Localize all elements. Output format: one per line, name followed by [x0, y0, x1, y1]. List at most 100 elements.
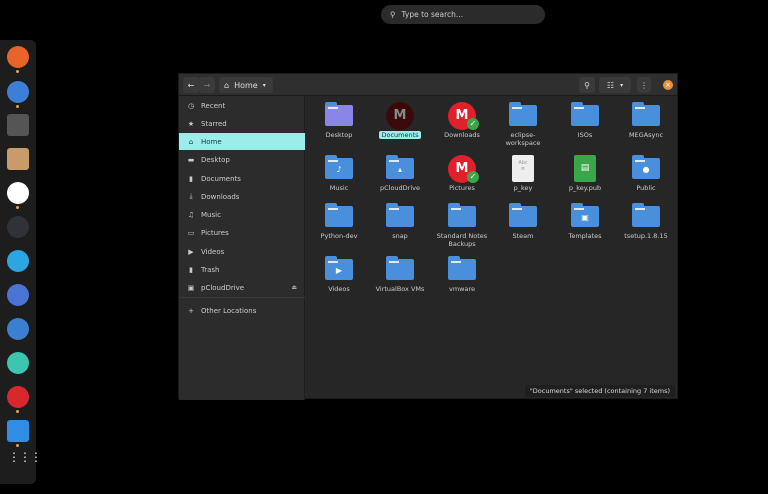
sidebar-item-label: Recent: [201, 101, 226, 110]
dock-app-mail[interactable]: [7, 352, 29, 374]
file-item[interactable]: snap: [370, 203, 430, 240]
file-name: Steam: [512, 232, 534, 240]
file-name: Videos: [328, 285, 350, 293]
file-item[interactable]: eclipse-workspace: [493, 102, 553, 147]
file-item[interactable]: ▴ pCloudDrive: [370, 155, 430, 192]
dock-app-simplenote[interactable]: [7, 318, 29, 340]
folder-icon: [385, 256, 415, 282]
sidebar-item-documents[interactable]: ▮ Documents: [179, 170, 305, 187]
file-item[interactable]: vmware: [432, 256, 492, 293]
file-name: Pictures: [449, 184, 475, 192]
file-name: VirtualBox VMs: [375, 285, 425, 293]
file-item[interactable]: ▣ Templates: [555, 203, 615, 240]
starred-icon: ★: [187, 119, 195, 128]
file-item[interactable]: Standard Notes Backups: [432, 203, 492, 248]
file-item[interactable]: ● Public: [616, 155, 676, 192]
eject-icon[interactable]: ⏏: [291, 284, 297, 291]
dock-app-chromium[interactable]: [7, 284, 29, 306]
sidebar-item-label: Other Locations: [201, 306, 257, 315]
menu-button[interactable]: ⋮: [637, 77, 651, 93]
sidebar-item-label: Home: [201, 137, 222, 146]
file-name: Desktop: [325, 131, 353, 139]
sidebar-item-recent[interactable]: ◷ Recent: [179, 97, 305, 114]
header-bar: ← → ⌂ Home ▾ ⚲ ☷ ▾ ⋮ ×: [179, 74, 677, 96]
dock-app-timer[interactable]: [7, 216, 29, 238]
file-item[interactable]: tsetup.1.8.15: [616, 203, 676, 240]
back-button[interactable]: ←: [183, 77, 199, 93]
dock-app-terminal[interactable]: [7, 114, 29, 136]
search-icon: ⚲: [390, 10, 396, 19]
sidebar-item-downloads[interactable]: ⤓ Downloads: [179, 188, 305, 205]
dock-app-telegram[interactable]: [7, 250, 29, 272]
search-placeholder: Type to search...: [401, 10, 464, 19]
file-item[interactable]: ▤ p_key.pub: [555, 155, 615, 192]
file-name: tsetup.1.8.15: [624, 232, 668, 240]
dock-app-messages[interactable]: [7, 420, 29, 442]
sidebar-item-label: Downloads: [201, 192, 240, 201]
sidebar-item-label: Starred: [201, 119, 227, 128]
file-name: Python-dev: [320, 232, 358, 240]
sidebar-item-label: Pictures: [201, 228, 229, 237]
sidebar-item-label: Desktop: [201, 155, 230, 164]
search-icon: ⚲: [584, 80, 590, 90]
dock-app-slack[interactable]: [7, 182, 29, 204]
sidebar-item-label: Music: [201, 210, 221, 219]
sidebar-item-desktop[interactable]: ▬ Desktop: [179, 151, 305, 168]
file-item[interactable]: ISOs: [555, 102, 615, 139]
file-item[interactable]: Steam: [493, 203, 553, 240]
file-manager-window: ← → ⌂ Home ▾ ⚲ ☷ ▾ ⋮ × ◷ Recent ★ Starred ⌂ Home…: [178, 73, 678, 400]
sidebar-item-pictures[interactable]: ▭ Pictures: [179, 224, 305, 241]
file-item[interactable]: Desktop: [309, 102, 369, 139]
show-apps-grid-icon[interactable]: ⋮⋮⋮: [8, 451, 42, 463]
home-icon: ⌂: [188, 137, 194, 146]
file-name: vmware: [448, 285, 475, 293]
dock-app-firefox[interactable]: [7, 46, 29, 68]
sidebar-item-starred[interactable]: ★ Starred: [179, 115, 305, 132]
forward-button[interactable]: →: [199, 77, 215, 93]
sidebar-item-pclouddrive[interactable]: ▣ pCloudDrive ⏏: [179, 279, 305, 296]
sidebar-item-label: Documents: [201, 174, 241, 183]
folder-icon: ●: [631, 155, 661, 181]
file-item[interactable]: VirtualBox VMs: [370, 256, 430, 293]
folder-icon: ▴: [385, 155, 415, 181]
search-button[interactable]: ⚲: [579, 77, 595, 93]
running-indicator: [16, 206, 19, 209]
view-options-button[interactable]: ☷ ▾: [599, 77, 631, 93]
file-name: eclipse-workspace: [505, 131, 541, 147]
location-button[interactable]: ⌂ Home ▾: [219, 77, 273, 93]
sidebar-item-home[interactable]: ⌂ Home: [179, 133, 305, 150]
file-item[interactable]: M ✓ Pictures: [432, 155, 492, 192]
file-item[interactable]: M Documents: [370, 102, 430, 139]
search-input[interactable]: ⚲ Type to search...: [381, 5, 545, 24]
folder-icon: [631, 203, 661, 229]
folder-icon: [385, 203, 415, 229]
dock-app-mega[interactable]: [7, 386, 29, 408]
documents-icon: ▮: [189, 174, 193, 183]
sidebar: ◷ Recent ★ Starred ⌂ Home ▬ Desktop ▮ Documents ⤓ D…: [179, 96, 305, 400]
file-item[interactable]: ♪ Music: [309, 155, 369, 192]
file-name: Music: [329, 184, 349, 192]
trash-icon: ▮: [189, 265, 193, 274]
running-indicator: [16, 70, 19, 73]
folder-icon: [631, 102, 661, 128]
file-item[interactable]: M ✓ Downloads: [432, 102, 492, 139]
file-item[interactable]: MEGAsync: [616, 102, 676, 139]
file-name: Public: [636, 184, 656, 192]
dock-app-blue-app[interactable]: [7, 81, 29, 103]
close-button[interactable]: ×: [663, 80, 673, 90]
sidebar-item-music[interactable]: ♫ Music: [179, 206, 305, 223]
file-item[interactable]: Python-dev: [309, 203, 369, 240]
file-item[interactable]: Abc ≡ p_key: [493, 155, 553, 192]
file-item[interactable]: ▶ Videos: [309, 256, 369, 293]
status-bar: "Documents" selected (containing 7 items…: [524, 385, 675, 397]
sidebar-item-other-locations[interactable]: + Other Locations: [179, 302, 305, 319]
folder-icon: [508, 203, 538, 229]
music-icon: ♫: [187, 210, 195, 219]
sidebar-item-videos[interactable]: ▶ Videos: [179, 243, 305, 260]
file-name: Downloads: [444, 131, 480, 139]
list-view-icon: ☷: [606, 80, 615, 90]
sidebar-item-trash[interactable]: ▮ Trash: [179, 261, 305, 278]
running-indicator: [16, 410, 19, 413]
dock-app-launcher[interactable]: [7, 148, 29, 170]
folder-icon: [447, 256, 477, 282]
